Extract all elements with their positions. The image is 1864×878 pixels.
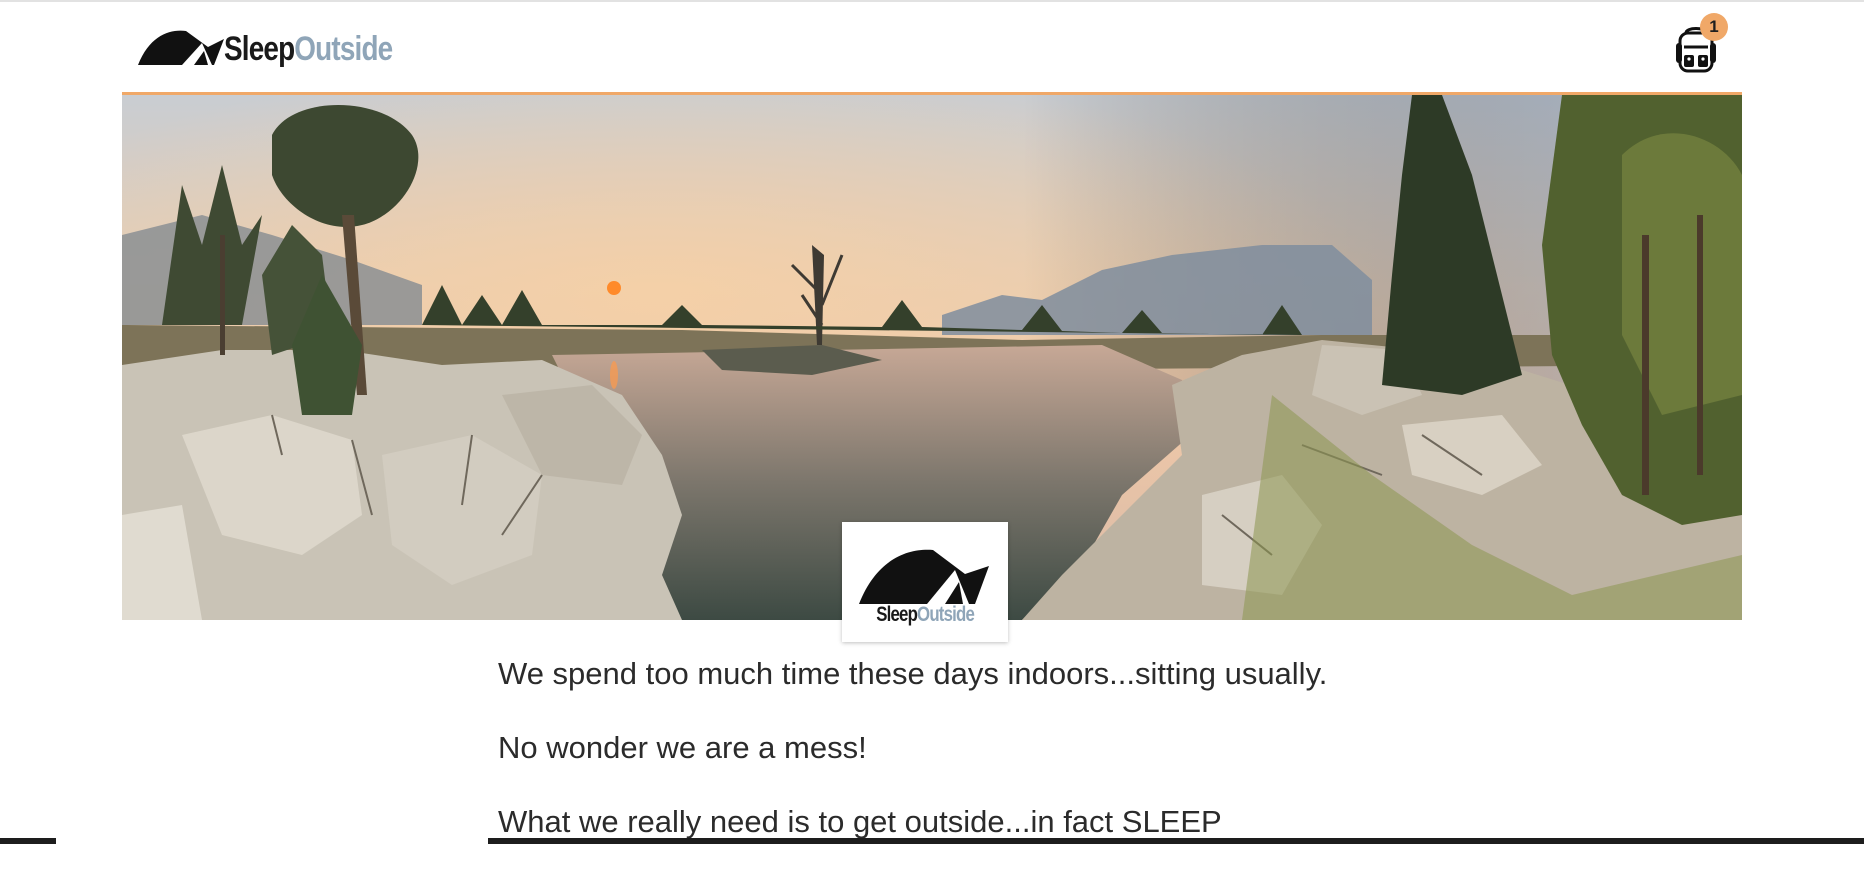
intro-paragraph-2: No wonder we are a mess! [498,730,867,765]
hero-logo-badge: SleepOutside [842,522,1008,642]
logo-text: SleepOutside [224,30,393,68]
intro-content: We spend too much time these days indoor… [498,656,1398,878]
tent-logo-icon [138,30,224,65]
tent-logo-icon [859,549,989,604]
hero-logo-sleep: Sleep [876,603,918,626]
hero-logo-text: SleepOutside [876,603,975,626]
logo-sleep: Sleep [224,30,295,68]
intro-paragraph-3: What we really need is to get outside...… [498,804,1222,839]
site-header: SleepOutside 1 [122,3,1742,95]
browser-top-border [0,0,1864,2]
site-logo-link[interactable]: SleepOutside [136,27,429,67]
cart-button[interactable]: 1 [1674,13,1728,73]
hero-logo-outside: Outside [916,603,975,626]
bottom-bar-left [0,838,56,844]
bottom-bar-right [488,838,1864,844]
intro-paragraph-1: We spend too much time these days indoor… [498,656,1328,691]
logo-outside: Outside [294,30,393,68]
cart-count-badge: 1 [1700,13,1728,41]
